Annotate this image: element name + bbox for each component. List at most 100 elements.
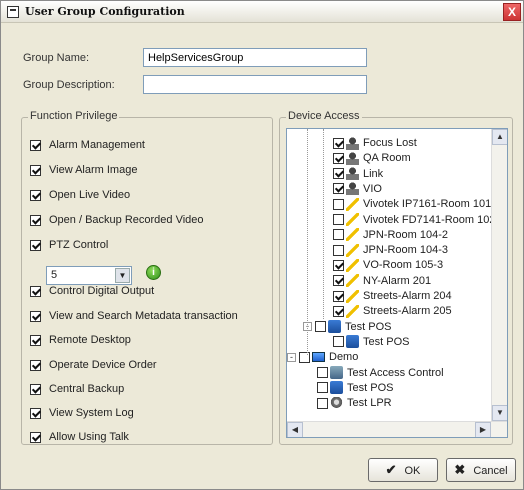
- horizontal-scrollbar[interactable]: ◀ ▶: [287, 421, 507, 437]
- tree-item-label: Test Access Control: [347, 366, 444, 379]
- tree-item[interactable]: VIO: [333, 182, 382, 197]
- privilege-item[interactable]: PTZ Control: [30, 238, 108, 252]
- privilege-checkbox[interactable]: [30, 214, 41, 226]
- bolt-icon: [346, 274, 359, 288]
- tree-item-label: JPN-Room 104-2: [363, 228, 448, 241]
- tree-checkbox[interactable]: [333, 198, 344, 210]
- privilege-label: Open / Backup Recorded Video: [49, 214, 204, 226]
- tree-checkbox[interactable]: [333, 336, 344, 348]
- privilege-label: Central Backup: [49, 383, 125, 395]
- window-icon: [7, 6, 19, 18]
- tree-checkbox[interactable]: [333, 152, 344, 164]
- close-button[interactable]: X: [503, 3, 521, 21]
- tree-checkbox[interactable]: [299, 351, 310, 363]
- privilege-item[interactable]: View Alarm Image: [30, 163, 137, 177]
- scroll-right-icon[interactable]: ▶: [475, 422, 491, 437]
- title-bar[interactable]: User Group Configuration X: [1, 1, 523, 23]
- privilege-checkbox[interactable]: [30, 334, 41, 346]
- tree-checkbox[interactable]: [333, 290, 344, 302]
- tree-checkbox[interactable]: [317, 367, 328, 379]
- person-icon: [346, 136, 359, 150]
- vertical-scrollbar[interactable]: ▲ ▼: [491, 129, 507, 421]
- tree-item[interactable]: JPN-Room 104-2: [333, 228, 448, 243]
- tree-item[interactable]: - Demo: [287, 350, 358, 365]
- privilege-item[interactable]: Control Digital Output: [30, 284, 154, 298]
- privilege-item[interactable]: Open Live Video: [30, 188, 130, 202]
- privilege-item[interactable]: Alarm Management: [30, 138, 145, 152]
- tree-item[interactable]: Test POS: [333, 335, 409, 350]
- tree-item[interactable]: NY-Alarm 201: [333, 274, 431, 289]
- ptz-level-select[interactable]: 5 ▼: [46, 266, 132, 285]
- privilege-checkbox[interactable]: [30, 407, 41, 419]
- scroll-down-icon[interactable]: ▼: [492, 405, 507, 421]
- info-icon[interactable]: i: [146, 265, 161, 280]
- tree-checkbox[interactable]: [333, 214, 344, 226]
- tree-item[interactable]: Test LPR: [317, 396, 392, 411]
- tree-checkbox[interactable]: [317, 397, 328, 409]
- tree-item-label: Streets-Alarm 205: [363, 305, 452, 318]
- privilege-item[interactable]: Central Backup: [30, 382, 124, 396]
- tree-checkbox[interactable]: [315, 321, 326, 333]
- device-tree[interactable]: Focus Lost QA Room Link VIO Vivotek IP7161-R…: [286, 128, 508, 438]
- privilege-checkbox[interactable]: [30, 239, 41, 251]
- tree-checkbox[interactable]: [333, 183, 344, 195]
- tree-checkbox[interactable]: [333, 229, 344, 241]
- privilege-checkbox[interactable]: [30, 189, 41, 201]
- tree-checkbox[interactable]: [333, 275, 344, 287]
- tree-checkbox[interactable]: [333, 305, 344, 317]
- privilege-checkbox[interactable]: [30, 431, 41, 443]
- privilege-item[interactable]: Allow Using Talk: [30, 430, 129, 444]
- tree-item-label: Vivotek FD7141-Room 102-1: [363, 213, 506, 226]
- privilege-checkbox[interactable]: [30, 285, 41, 297]
- scroll-up-icon[interactable]: ▲: [492, 129, 507, 145]
- tree-item-label: Test POS: [347, 381, 394, 394]
- cancel-button[interactable]: ✖ Cancel: [446, 458, 516, 482]
- tree-item[interactable]: JPN-Room 104-3: [333, 243, 448, 258]
- group-description-label: Group Description:: [23, 79, 115, 91]
- privilege-label: View System Log: [49, 407, 134, 419]
- privilege-checkbox[interactable]: [30, 383, 41, 395]
- tree-item[interactable]: VO-Room 105-3: [333, 258, 443, 273]
- tree-item-label: VO-Room 105-3: [363, 259, 444, 272]
- tree-item[interactable]: Vivotek IP7161-Room 101-1: [333, 197, 501, 212]
- monitor-icon: [312, 352, 325, 363]
- privilege-item[interactable]: View and Search Metadata transaction: [30, 309, 238, 323]
- privilege-item[interactable]: View System Log: [30, 406, 134, 420]
- bolt-icon: [346, 213, 359, 227]
- privilege-checkbox[interactable]: [30, 310, 41, 322]
- tree-item[interactable]: - Test POS: [303, 320, 391, 335]
- scroll-left-icon[interactable]: ◀: [287, 422, 303, 437]
- tree-item[interactable]: Vivotek FD7141-Room 102-1: [333, 213, 505, 228]
- tree-checkbox[interactable]: [333, 168, 344, 180]
- privilege-checkbox[interactable]: [30, 139, 41, 151]
- group-name-input[interactable]: [143, 48, 367, 67]
- tree-checkbox[interactable]: [333, 137, 344, 149]
- group-name-label: Group Name:: [23, 52, 90, 64]
- tree-item[interactable]: Streets-Alarm 204: [333, 289, 452, 304]
- tree-item[interactable]: Link: [333, 167, 383, 182]
- tree-item[interactable]: Streets-Alarm 205: [333, 304, 452, 319]
- privilege-checkbox[interactable]: [30, 164, 41, 176]
- ok-button[interactable]: ✔ OK: [368, 458, 438, 482]
- privilege-label: Alarm Management: [49, 139, 145, 151]
- tree-checkbox[interactable]: [333, 244, 344, 256]
- tree-checkbox[interactable]: [317, 382, 328, 394]
- privilege-item[interactable]: Open / Backup Recorded Video: [30, 213, 204, 227]
- privilege-label: Remote Desktop: [49, 334, 131, 346]
- tree-item[interactable]: QA Room: [333, 151, 411, 166]
- privilege-label: PTZ Control: [49, 239, 109, 251]
- privilege-item[interactable]: Remote Desktop: [30, 333, 131, 347]
- lpr-icon: [330, 396, 343, 410]
- bolt-icon: [346, 258, 359, 272]
- collapse-icon[interactable]: -: [287, 352, 296, 362]
- group-description-input[interactable]: [143, 75, 367, 94]
- pos-icon: [346, 335, 359, 349]
- tree-item[interactable]: Focus Lost: [333, 136, 417, 151]
- tree-item[interactable]: Test POS: [317, 381, 393, 396]
- privilege-checkbox[interactable]: [30, 359, 41, 371]
- tree-item[interactable]: Test Access Control: [317, 366, 444, 381]
- privilege-label: Control Digital Output: [49, 285, 155, 297]
- chevron-down-icon[interactable]: ▼: [115, 268, 130, 283]
- tree-checkbox[interactable]: [333, 259, 344, 271]
- privilege-item[interactable]: Operate Device Order: [30, 358, 157, 372]
